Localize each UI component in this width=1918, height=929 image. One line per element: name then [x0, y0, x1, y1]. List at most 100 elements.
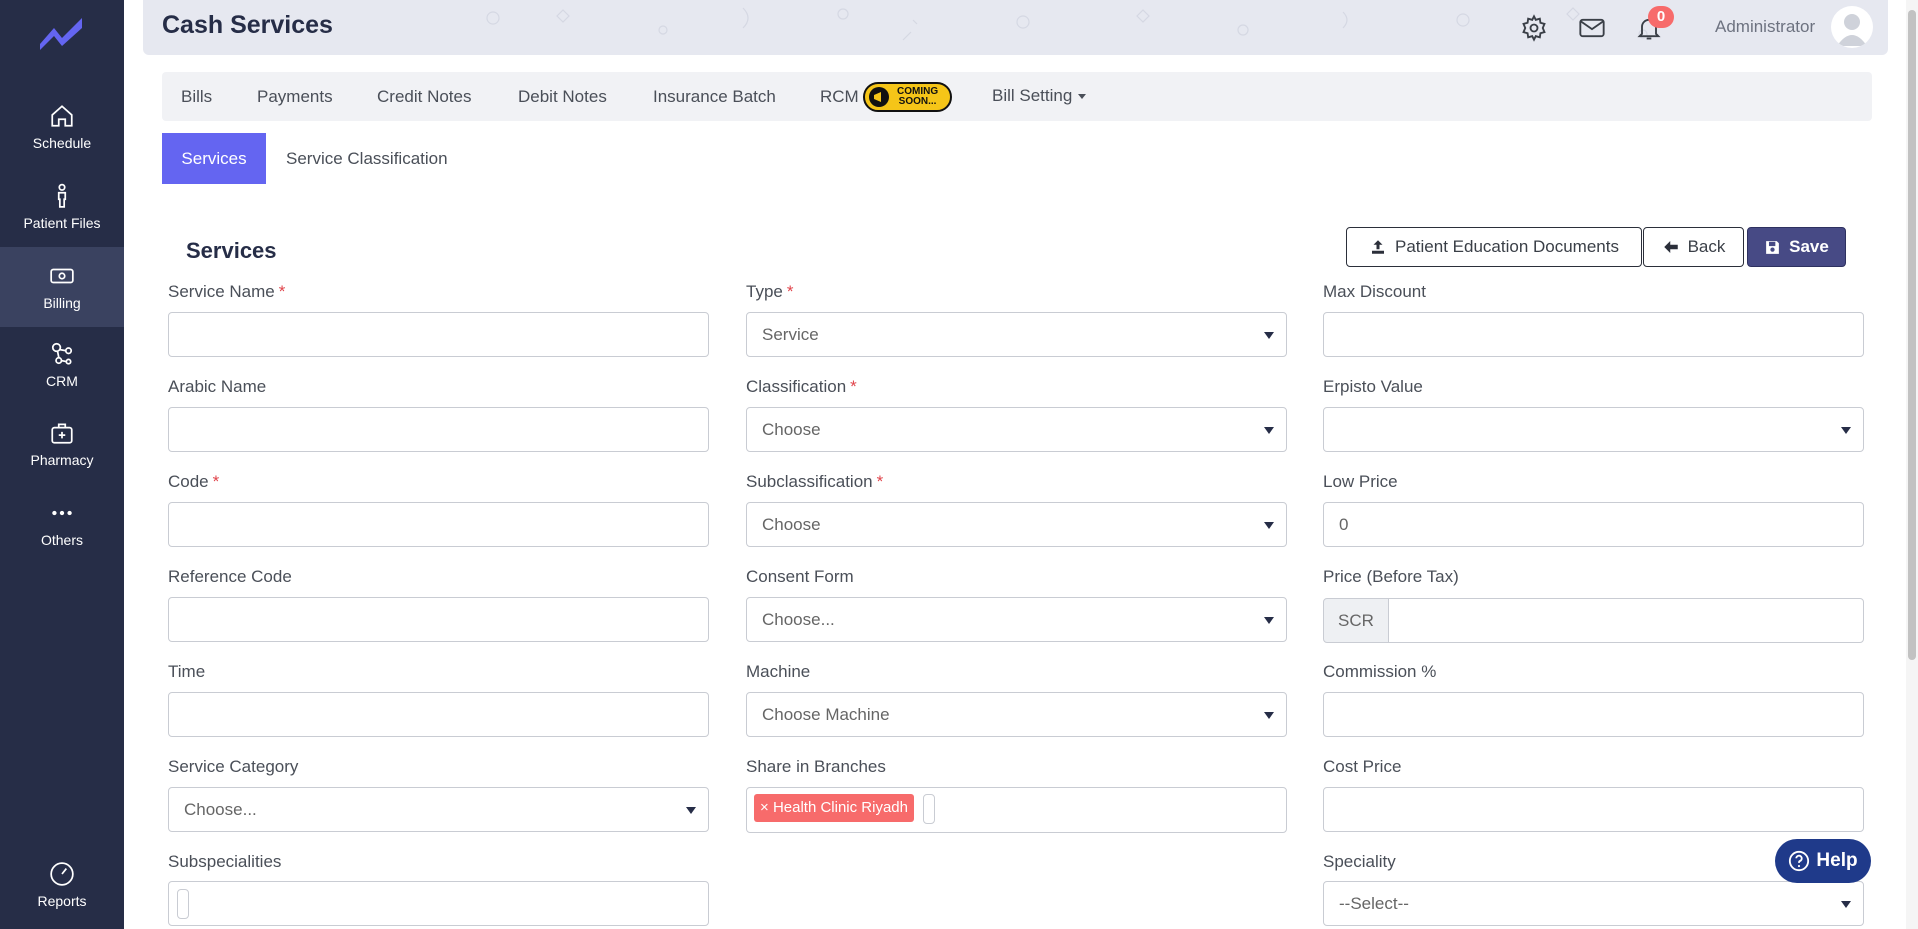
sidebar-item-others[interactable]: Others: [0, 485, 124, 563]
help-label: Help: [1816, 850, 1858, 871]
medical-bag-icon: [51, 423, 73, 444]
subtab-services[interactable]: Services: [162, 133, 266, 184]
avatar[interactable]: [1831, 6, 1873, 48]
classification-select[interactable]: Choose: [746, 407, 1287, 452]
service-name-label: Service Name *: [168, 282, 286, 301]
sidebar-item-billing[interactable]: Billing: [0, 247, 124, 327]
price-before-tax-input[interactable]: [1388, 598, 1864, 643]
cost-price-label: Cost Price: [1323, 757, 1402, 776]
sidebar-item-label: Reports: [37, 893, 87, 909]
page-title: Cash Services: [162, 11, 333, 39]
section-title: Services: [186, 238, 277, 263]
sidebar-item-label: CRM: [46, 373, 78, 389]
sidebar-item-label: Billing: [43, 295, 81, 311]
coming-soon-badge: COMING SOON...: [863, 82, 952, 112]
type-select[interactable]: Service: [746, 312, 1287, 357]
upload-icon: [1372, 240, 1385, 254]
logo-icon[interactable]: [36, 14, 86, 52]
remove-tag-icon[interactable]: ×: [760, 799, 769, 816]
sidebar: Schedule Patient Files Billing CRM Pharm…: [0, 0, 124, 929]
consent-form-label: Consent Form: [746, 567, 854, 586]
tab-insurance-batch[interactable]: Insurance Batch: [653, 87, 776, 107]
branch-tag[interactable]: × Health Clinic Riyadh: [754, 794, 914, 822]
sidebar-item-label: Others: [40, 532, 83, 548]
tab-bill-setting-label: Bill Setting: [992, 86, 1073, 105]
tab-bill-setting[interactable]: Bill Setting: [992, 86, 1087, 106]
reference-code-input[interactable]: [168, 597, 709, 642]
arabic-name-input[interactable]: [168, 407, 709, 452]
tab-rcm[interactable]: RCM: [820, 87, 859, 107]
commission-label: Commission %: [1323, 662, 1437, 681]
coming-soon-line2: SOON...: [898, 96, 937, 107]
gauge-icon: [50, 862, 74, 886]
tab-bills[interactable]: Bills: [181, 87, 212, 107]
sidebar-item-label: Pharmacy: [30, 452, 94, 468]
arabic-name-label: Arabic Name: [168, 377, 267, 396]
subclassification-select[interactable]: Choose: [746, 502, 1287, 547]
subclassification-label: Subclassification *: [746, 472, 884, 491]
scrollbar-thumb[interactable]: [1908, 10, 1916, 660]
speciality-select[interactable]: --Select--: [1323, 881, 1864, 926]
tag-input-cursor[interactable]: [177, 889, 189, 919]
sidebar-item-crm[interactable]: CRM: [0, 326, 124, 404]
share-in-branches-label: Share in Branches: [746, 757, 886, 776]
sidebar-item-patient-files[interactable]: Patient Files: [0, 168, 124, 246]
user-avatar-icon: [1837, 14, 1867, 46]
machine-select[interactable]: Choose Machine: [746, 692, 1287, 737]
subtab-service-classification[interactable]: Service Classification: [286, 149, 448, 169]
max-discount-input[interactable]: [1323, 312, 1864, 357]
arrow-left-icon: [1663, 241, 1678, 253]
megaphone-icon: [869, 87, 889, 107]
tab-credit-notes[interactable]: Credit Notes: [377, 87, 471, 107]
patient-education-button[interactable]: Patient Education Documents: [1346, 227, 1642, 267]
sidebar-item-schedule[interactable]: Schedule: [0, 88, 124, 166]
user-name[interactable]: Administrator: [1715, 17, 1815, 37]
consent-form-select[interactable]: Choose...: [746, 597, 1287, 642]
mail-icon[interactable]: [1577, 14, 1607, 42]
subspecialities-input[interactable]: [168, 881, 709, 926]
tab-payments[interactable]: Payments: [257, 87, 333, 107]
tag-input-cursor[interactable]: [923, 794, 935, 824]
question-circle-icon: [1789, 850, 1810, 872]
sidebar-item-pharmacy[interactable]: Pharmacy: [0, 405, 124, 483]
top-header: Cash Services 0 Administrator: [143, 0, 1888, 55]
erpisto-value-label: Erpisto Value: [1323, 377, 1423, 396]
save-label: Save: [1789, 237, 1829, 256]
help-button[interactable]: Help: [1775, 839, 1871, 883]
price-before-tax-label: Price (Before Tax): [1323, 567, 1459, 586]
time-label: Time: [168, 662, 206, 681]
currency-addon: SCR: [1323, 598, 1389, 643]
type-label: Type *: [746, 282, 794, 301]
save-button[interactable]: Save: [1747, 227, 1846, 267]
branch-tag-label: Health Clinic Riyadh: [772, 799, 908, 816]
money-icon: [50, 268, 74, 284]
gear-icon[interactable]: [1519, 14, 1549, 42]
speciality-label: Speciality: [1323, 852, 1396, 871]
cost-price-input[interactable]: [1323, 787, 1864, 832]
person-icon: [57, 183, 67, 208]
sidebar-item-label: Patient Files: [23, 215, 101, 231]
home-icon: [51, 105, 73, 127]
notification-badge: 0: [1648, 6, 1674, 28]
reference-code-label: Reference Code: [168, 567, 292, 586]
back-button[interactable]: Back: [1643, 227, 1744, 267]
back-label: Back: [1687, 237, 1726, 256]
service-name-input[interactable]: [168, 312, 709, 357]
header-pattern: [486, 7, 1648, 41]
subspecialities-label: Subspecialities: [168, 852, 282, 871]
time-input[interactable]: [168, 692, 709, 737]
floppy-icon: [1766, 240, 1780, 254]
machine-label: Machine: [746, 662, 811, 681]
low-price-input[interactable]: 0: [1323, 502, 1864, 547]
erpisto-value-select[interactable]: [1323, 407, 1864, 452]
service-category-select[interactable]: Choose...: [168, 787, 709, 832]
sidebar-item-label: Schedule: [32, 135, 92, 151]
commission-input[interactable]: [1323, 692, 1864, 737]
tab-debit-notes[interactable]: Debit Notes: [518, 87, 607, 107]
network-icon: [51, 342, 73, 365]
patient-education-label: Patient Education Documents: [1395, 237, 1619, 256]
coming-soon-text: COMING SOON...: [897, 87, 938, 107]
code-input[interactable]: [168, 502, 709, 547]
sidebar-item-reports[interactable]: Reports: [0, 846, 124, 924]
max-discount-label: Max Discount: [1323, 282, 1426, 301]
